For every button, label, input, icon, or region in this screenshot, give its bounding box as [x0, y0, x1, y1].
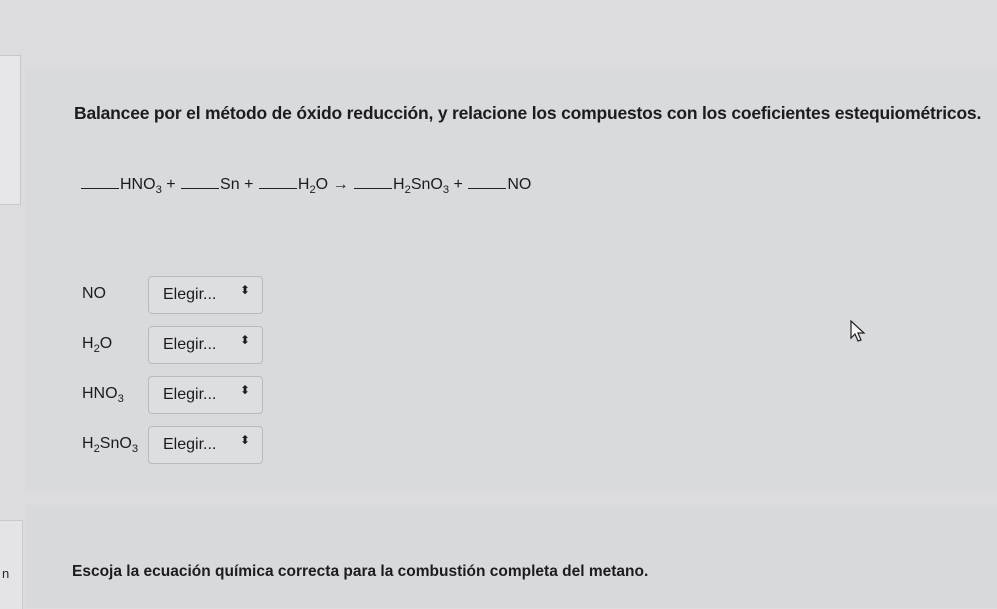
coefficient-blank	[354, 178, 393, 189]
left-panel-edge	[0, 55, 21, 205]
coefficient-blank	[468, 178, 507, 189]
question-1-prompt: Balancee por el método de óxido reducció…	[74, 103, 982, 123]
select-arrows-icon: ⬍	[239, 283, 250, 297]
select-arrows-icon: ⬍	[239, 333, 250, 347]
coefficient-select[interactable]: Elegir... ⬍	[148, 376, 263, 414]
mouse-pointer-icon	[850, 320, 866, 342]
coefficient-select[interactable]: Elegir... ⬍	[148, 326, 263, 364]
compound-label: H2SnO3	[82, 435, 139, 456]
compound-label: HNO3	[82, 385, 124, 406]
left-fragment-text: n	[2, 566, 10, 581]
compound-label: NO	[82, 285, 106, 302]
chemical-equation: HNO3 + Sn + H2O → H2SnO3 + NO	[80, 176, 531, 196]
coefficient-blank	[81, 178, 119, 189]
coefficient-select[interactable]: Elegir... ⬍	[148, 426, 263, 464]
select-arrows-icon: ⬍	[239, 383, 250, 397]
left-panel-edge-bottom	[0, 520, 23, 609]
coefficient-select[interactable]: Elegir... ⬍	[148, 276, 263, 314]
compound-label: H2O	[82, 335, 113, 356]
reaction-arrow: →	[332, 176, 349, 193]
coefficient-blank	[258, 178, 297, 189]
coefficient-blank	[181, 178, 220, 189]
question-card-2	[26, 505, 997, 608]
question-2-prompt: Escoja la ecuación química correcta para…	[72, 563, 649, 580]
select-arrows-icon: ⬍	[239, 433, 250, 447]
